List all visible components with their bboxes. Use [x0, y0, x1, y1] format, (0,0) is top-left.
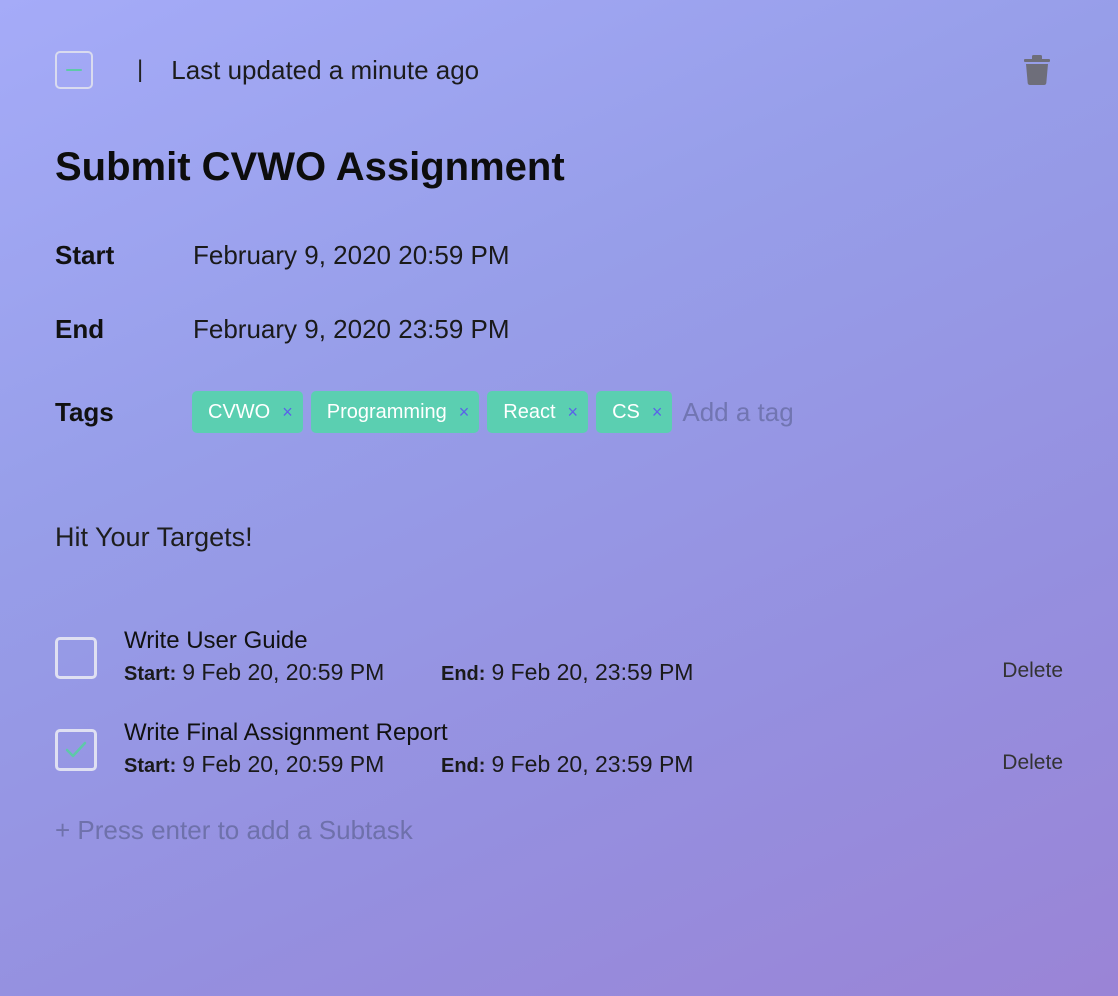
tag-chip: CVWO ×: [192, 391, 303, 433]
tag-label: React: [503, 400, 556, 423]
check-icon: [65, 741, 87, 758]
subtask-checkbox[interactable]: [55, 729, 97, 771]
subtask-end-value[interactable]: 9 Feb 20, 23:59 PM: [491, 751, 693, 777]
header-separator: |: [137, 56, 144, 83]
end-datetime[interactable]: February 9, 2020 23:59 PM: [193, 314, 510, 345]
subtask-start-value[interactable]: 9 Feb 20, 20:59 PM: [182, 659, 384, 685]
trash-icon[interactable]: [1024, 55, 1050, 85]
tag-remove-icon[interactable]: ×: [568, 402, 579, 423]
subtask-dates: Start: 9 Feb 20, 20:59 PM End: 9 Feb 20, 2…: [124, 751, 693, 778]
task-complete-checkbox[interactable]: [55, 51, 93, 89]
end-label: End: [55, 314, 105, 344]
subtask-start-value[interactable]: 9 Feb 20, 20:59 PM: [182, 751, 384, 777]
subtask-end: End: 9 Feb 20, 23:59 PM: [441, 751, 693, 778]
subtask-end-label: End:: [441, 663, 486, 685]
subtask-end: End: 9 Feb 20, 23:59 PM: [441, 659, 693, 686]
tag-chip: CS ×: [596, 391, 673, 433]
tags-label: Tags: [55, 397, 114, 427]
tag-label: CS: [612, 400, 640, 423]
subtask-end-value[interactable]: 9 Feb 20, 23:59 PM: [491, 659, 693, 685]
subtask-checkbox[interactable]: [55, 637, 97, 679]
start-label: Start: [55, 240, 115, 270]
subtask-item: Write Final Assignment Report Start: 9 Fe…: [55, 719, 1063, 779]
tag-label: CVWO: [208, 400, 271, 423]
subtask-start-label: Start:: [124, 755, 177, 777]
last-updated-text: Last updated a minute ago: [171, 54, 480, 85]
subtask-item: Write User Guide Start: 9 Feb 20, 20:59 P…: [55, 627, 1063, 687]
add-subtask-input[interactable]: + Press enter to add a Subtask: [55, 815, 413, 846]
subtask-title[interactable]: Write User Guide: [124, 627, 308, 655]
subtask-title[interactable]: Write Final Assignment Report: [124, 719, 448, 747]
subtask-start-label: Start:: [124, 663, 177, 685]
task-title[interactable]: Submit CVWO Assignment: [55, 145, 565, 190]
subtask-dates: Start: 9 Feb 20, 20:59 PM End: 9 Feb 20, 2…: [124, 659, 693, 686]
subtask-end-label: End:: [441, 755, 486, 777]
tag-chip: React ×: [487, 391, 589, 433]
task-description[interactable]: Hit Your Targets!: [55, 522, 253, 553]
start-datetime[interactable]: February 9, 2020 20:59 PM: [193, 240, 510, 271]
tag-remove-icon[interactable]: ×: [652, 402, 663, 423]
tag-chip: Programming ×: [310, 391, 480, 433]
delete-subtask-button[interactable]: Delete: [1002, 751, 1063, 775]
tag-remove-icon[interactable]: ×: [459, 402, 470, 423]
task-header: | Last updated a minute ago: [55, 49, 1058, 91]
tag-label: Programming: [326, 400, 447, 423]
tag-list: CVWO × Programming × React × CS ×: [192, 391, 843, 433]
add-tag-input[interactable]: [682, 396, 843, 428]
tag-remove-icon[interactable]: ×: [282, 402, 293, 423]
minus-icon: [66, 69, 82, 71]
delete-subtask-button[interactable]: Delete: [1002, 659, 1063, 683]
